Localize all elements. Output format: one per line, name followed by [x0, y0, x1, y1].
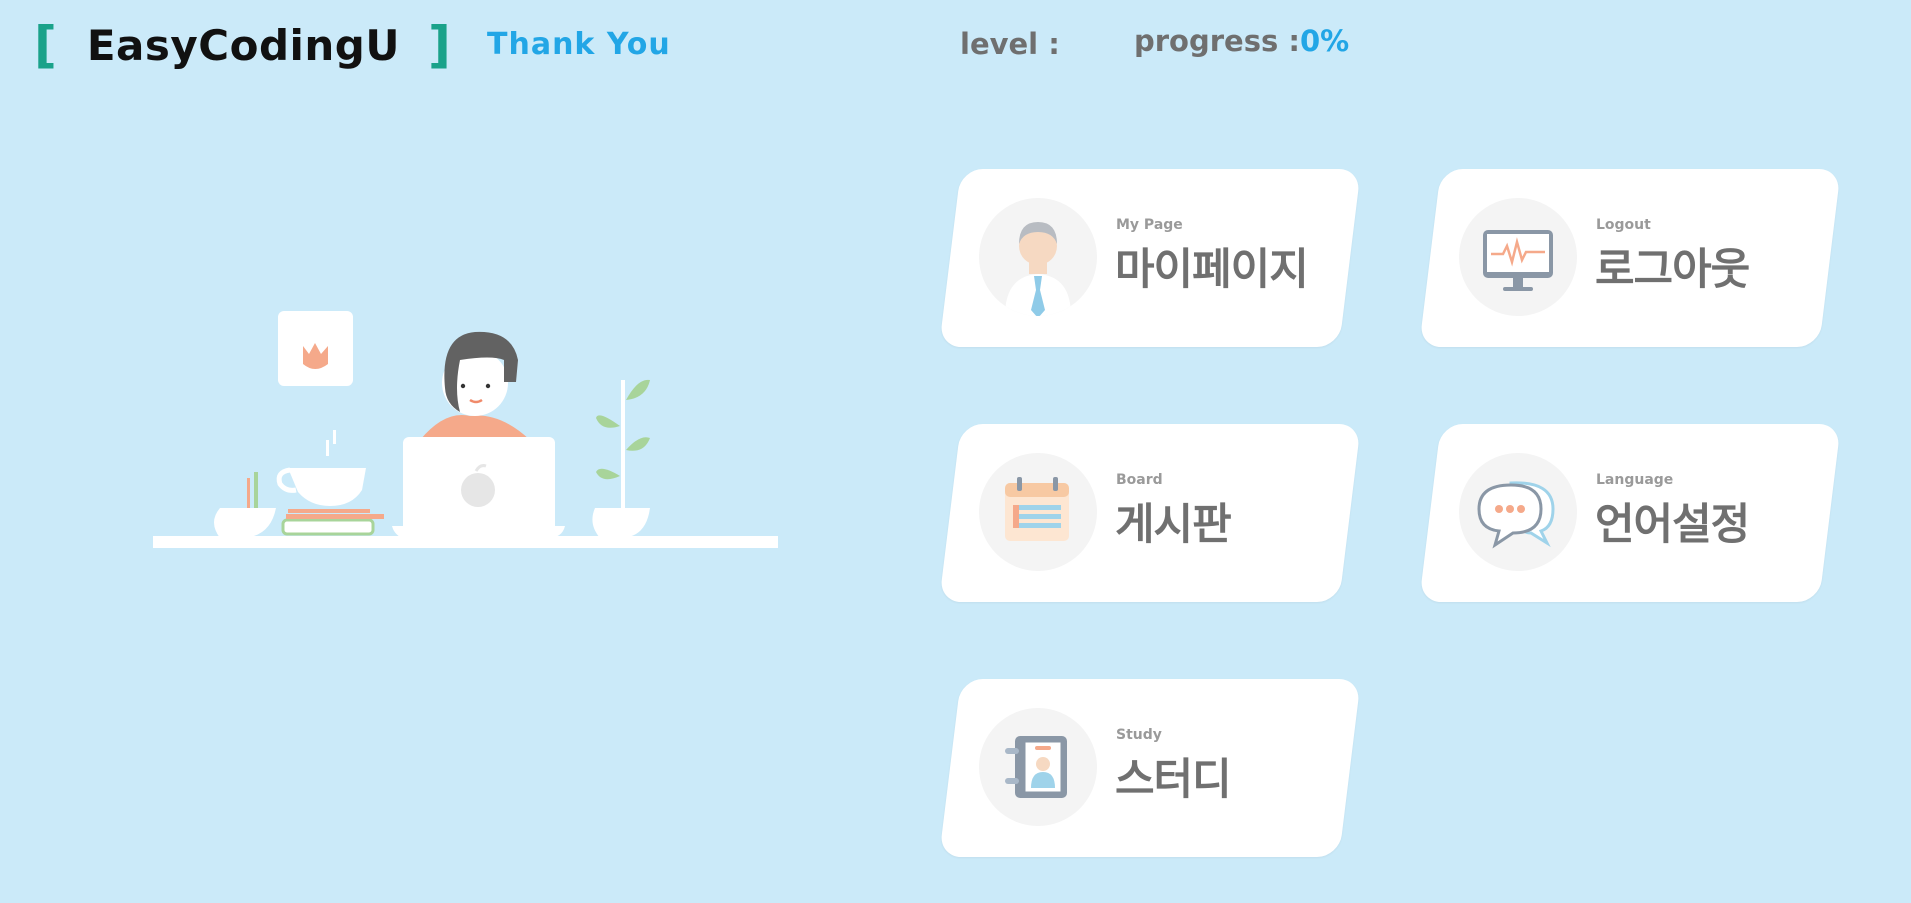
card-en-label: Language	[1596, 472, 1674, 488]
card-en-label: Board	[1116, 472, 1163, 488]
id-notebook-icon	[979, 708, 1097, 826]
card-kr-label: 스터디	[1115, 755, 1232, 805]
card-en-label: Study	[1116, 727, 1162, 743]
card-kr-label: 로그아웃	[1595, 245, 1750, 295]
card-board[interactable]: Board 게시판	[939, 424, 1361, 602]
chat-bubbles-icon	[1459, 453, 1577, 571]
brand-logo[interactable]: [ EasyCodingU ]	[34, 14, 451, 76]
card-my-page[interactable]: My Page 마이페이지	[939, 169, 1361, 347]
calendar-icon	[979, 453, 1097, 571]
person-at-desk-illustration	[153, 311, 778, 548]
card-logout[interactable]: Logout 로그아웃	[1419, 169, 1841, 347]
logo-bracket-open: [	[34, 16, 57, 74]
card-study[interactable]: Study 스터디	[939, 679, 1361, 857]
brand-name: EasyCodingU	[86, 20, 400, 70]
logo-bracket-close: ]	[427, 16, 451, 74]
card-kr-label: 언어설정	[1595, 500, 1750, 550]
progress-label: progress :	[1134, 24, 1300, 58]
thank-you-link[interactable]: Thank You	[487, 27, 671, 62]
card-kr-label: 게시판	[1115, 500, 1232, 550]
doctor-avatar-icon	[979, 198, 1097, 316]
desk-illustration	[140, 300, 790, 560]
card-language[interactable]: Language 언어설정	[1419, 424, 1841, 602]
progress-value: 0%	[1299, 24, 1350, 58]
card-kr-label: 마이페이지	[1115, 245, 1309, 295]
progress-indicator: progress :0%	[1134, 24, 1349, 58]
level-label: level :	[960, 27, 1060, 61]
card-en-label: Logout	[1596, 217, 1651, 233]
card-en-label: My Page	[1116, 217, 1183, 233]
monitor-heartbeat-icon	[1459, 198, 1577, 316]
